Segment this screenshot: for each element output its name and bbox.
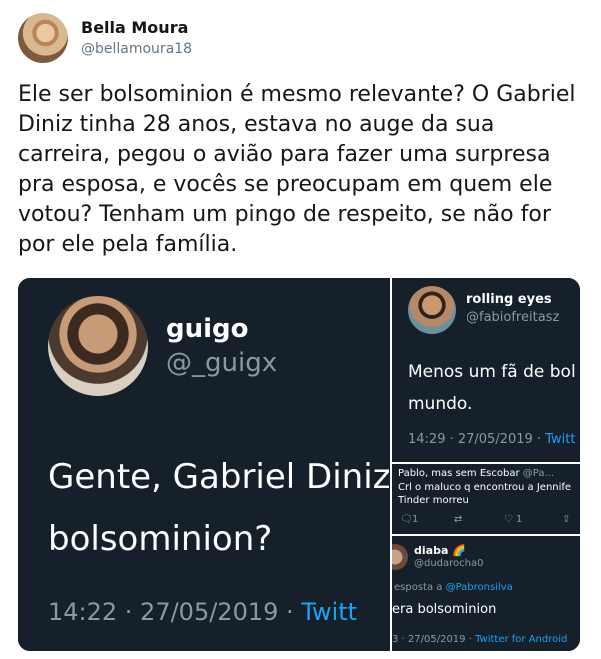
embedded-tweet-meta: 14:22 · 27/05/2019 · Twitt (48, 598, 357, 626)
retweet-icon: ⇄ (454, 514, 463, 525)
text-line: Menos um fã de bol (408, 362, 576, 382)
tweet-text: Ele ser bolsominion é mesmo relevante? O… (18, 82, 576, 257)
embedded-tweet-text: era bolsominion (392, 602, 497, 617)
embedded-author-name: Pablo, mas sem Escobar (398, 468, 520, 479)
media-image-pablo[interactable]: Pablo, mas sem Escobar @Pa... Crl o malu… (392, 464, 580, 534)
avatar (392, 544, 408, 570)
timestamp: 14:29 · 27/05/2019 · (408, 432, 546, 447)
text-line: Gente, Gabriel Diniz (48, 457, 390, 497)
reply-count: 1 (412, 514, 419, 525)
embedded-author-name: guigo (166, 314, 249, 344)
timestamp: 3 · 27/05/2019 · (392, 634, 476, 645)
embedded-tweet-text: Menos um fã de bol mundo. (408, 356, 580, 420)
author-name[interactable]: Bella Moura (81, 18, 188, 37)
embedded-tweet-text: Gente, Gabriel Diniz bolsominion? (48, 446, 390, 570)
share-icon: ⇪ (562, 514, 571, 525)
like-icon: ♡ (504, 514, 513, 525)
media-image-rolling-eyes[interactable]: rolling eyes @fabiofreitasz Menos um fã … (392, 278, 580, 462)
source-link: Twitt (545, 432, 576, 447)
avatar[interactable] (18, 13, 68, 63)
author-handle[interactable]: @bellamoura18 (81, 41, 192, 57)
like-count: 1 (516, 514, 523, 525)
media-image-guigo[interactable]: guigo @_guigx Gente, Gabriel Diniz bolso… (18, 278, 390, 651)
tweet-header: Bella Moura @bellamoura18 (18, 13, 578, 65)
reply-icon: 🗨 (400, 514, 413, 525)
avatar (408, 286, 456, 334)
text-line: mundo. (408, 394, 473, 414)
avatar (48, 296, 148, 396)
source-link: Twitter for Android (475, 634, 568, 645)
embedded-tweet-meta: 14:29 · 27/05/2019 · Twitt (408, 432, 575, 447)
tweet-media[interactable]: guigo @_guigx Gente, Gabriel Diniz bolso… (18, 278, 580, 651)
action-bar: 🗨 1 ⇄ ♡ 1 ⇪ (398, 514, 580, 528)
embedded-author-handle: @fabiofreitasz (466, 310, 560, 325)
reply-prefix: esposta a (394, 582, 446, 593)
embedded-author-name: rolling eyes (466, 292, 552, 307)
embedded-tweet-meta: 3 · 27/05/2019 · Twitter for Android (392, 634, 567, 645)
reply-context: esposta a @Pabronsilva (394, 582, 513, 593)
embedded-author-handle: @_guigx (166, 348, 278, 378)
media-image-diaba[interactable]: diaba 🌈 @dudarocha0 esposta a @Pabronsil… (392, 536, 580, 651)
embedded-tweet-text: Crl o maluco q encontrou a Jennife (398, 482, 572, 493)
source-link: Twitt (301, 598, 358, 626)
embedded-author-handle: @Pa... (522, 468, 555, 479)
text-line: bolsominion? (48, 519, 273, 559)
embedded-author: Pablo, mas sem Escobar @Pa... (398, 468, 554, 479)
embedded-tweet-text: Tinder morreu (398, 495, 469, 506)
embedded-author-name: diaba 🌈 (414, 544, 466, 557)
reply-link: @Pabronsilva (445, 582, 513, 593)
timestamp: 14:22 · 27/05/2019 · (48, 598, 302, 626)
embedded-author-handle: @dudarocha0 (414, 558, 484, 569)
